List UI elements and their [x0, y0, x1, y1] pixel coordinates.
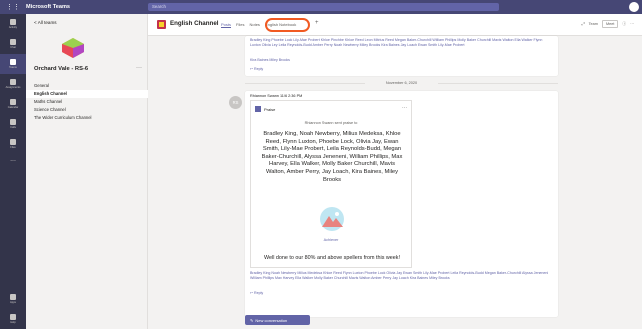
rail-item-apps[interactable]: Apps: [0, 289, 26, 309]
post-text: Kira Baines Miley Brooks: [250, 58, 290, 62]
tab-posts[interactable]: Posts: [221, 22, 232, 28]
praise-title: Praise: [264, 106, 276, 112]
channel-item-general[interactable]: General: [26, 82, 148, 90]
title-bar: ⋮⋮ Microsoft Teams Search: [0, 0, 642, 14]
expand-icon[interactable]: ⤢: [582, 22, 585, 26]
rail-item-assignments[interactable]: Assignments: [0, 74, 26, 94]
rail-label: Calendar: [7, 106, 19, 109]
post-text: Bradley King Noah Newberry Milius Medeks…: [250, 271, 549, 280]
rail-item-calendar[interactable]: Calendar: [0, 94, 26, 114]
avatar[interactable]: RS: [229, 96, 242, 109]
achiever-badge-icon: [320, 207, 344, 231]
date-separator: November 6, 2020: [245, 81, 558, 85]
app-title: Microsoft Teams: [26, 4, 71, 10]
tab-files[interactable]: Files: [236, 22, 244, 28]
backpack-icon: [10, 79, 16, 85]
conversation-feed: Bradley King Phoebe Lock Lily-Mae Prober…: [148, 36, 642, 329]
rail-label: Assignments: [5, 86, 21, 89]
channel-icon: [157, 20, 166, 29]
previous-post: Bradley King Phoebe Lock Lily-Mae Prober…: [245, 36, 558, 76]
chat-icon: [10, 39, 16, 45]
phone-icon: [10, 119, 16, 125]
all-teams-link[interactable]: < All teams: [34, 20, 57, 25]
file-icon: [10, 139, 16, 145]
team-panel: < All teams Orchard Vale - RS-6 ··· Gene…: [26, 14, 148, 329]
channel-item-maths[interactable]: Maths Channel: [26, 98, 148, 106]
tab-notes[interactable]: Notes: [249, 22, 259, 28]
channel-title: English Channel: [170, 20, 219, 27]
more-options-icon[interactable]: ···: [402, 105, 407, 111]
add-tab-button[interactable]: +: [315, 20, 319, 26]
post-text: Bradley King Phoebe Lock Lily-Mae Prober…: [250, 38, 543, 47]
channel-item-wider-curriculum[interactable]: The Wider Curriculum Channel: [26, 114, 148, 122]
new-conversation-label: New conversation: [255, 317, 288, 323]
rail-item-help[interactable]: Help: [0, 309, 26, 329]
rail-label: Apps: [10, 301, 16, 304]
channel-item-science[interactable]: Science Channel: [26, 106, 148, 114]
profile-avatar[interactable]: [629, 2, 639, 12]
praise-post: Rhiannon Swann 11/6 2:36 PM Praise ··· R…: [245, 91, 558, 317]
rail-label: Files: [10, 146, 16, 149]
channel-list: General English Channel Maths Channel Sc…: [26, 82, 148, 122]
rail-item-files[interactable]: Files: [0, 134, 26, 154]
rail-item-activity[interactable]: Activity: [0, 14, 26, 34]
compose-icon: ✎: [250, 317, 254, 323]
rail-item-chat[interactable]: Chat: [0, 34, 26, 54]
info-icon[interactable]: ⓘ: [622, 22, 626, 27]
more-options-icon[interactable]: ···: [630, 22, 634, 26]
channel-item-english[interactable]: English Channel: [26, 90, 148, 98]
channel-header: English Channel Posts Files Notes Englis…: [148, 14, 642, 36]
rail-item-calls[interactable]: Calls: [0, 114, 26, 134]
help-icon: [10, 314, 16, 320]
more-apps-icon[interactable]: ...: [0, 156, 26, 163]
praise-sender: Rhiannon Swann sent praise to: [304, 121, 358, 125]
praise-card: Praise ··· Rhiannon Swann sent praise to…: [250, 100, 412, 268]
bell-icon: [10, 19, 16, 25]
rail-item-teams[interactable]: Teams: [0, 54, 26, 74]
rail-label: Calls: [10, 126, 16, 129]
praise-icon: [255, 106, 261, 112]
rail-label: Chat: [10, 46, 16, 49]
calendar-icon: [10, 99, 16, 105]
apps-icon: [10, 294, 16, 300]
praise-message: Well done to our 80% and above spellers …: [264, 255, 400, 261]
app-launcher-icon[interactable]: ⋮⋮: [0, 3, 26, 11]
app-rail: Activity Chat Teams Assignments Calendar…: [0, 14, 26, 329]
reply-button[interactable]: ↩ Reply: [250, 291, 263, 295]
team-label: Team: [588, 22, 598, 26]
rail-label: Teams: [9, 66, 17, 69]
post-author: Rhiannon Swann 11/6 2:36 PM: [250, 94, 303, 98]
teams-icon: [10, 59, 16, 65]
praise-recipients: Bradley King, Noah Newberry, Milius Mede…: [261, 131, 403, 183]
team-logo: [62, 38, 84, 58]
badge-label: Achiever: [323, 238, 339, 242]
new-conversation-button[interactable]: ✎ New conversation: [245, 315, 310, 325]
rail-label: Activity: [8, 26, 18, 29]
reply-button[interactable]: ↩ Reply: [250, 67, 263, 71]
meet-button[interactable]: Meet: [601, 20, 619, 28]
rail-label: Help: [10, 321, 16, 324]
team-name: Orchard Vale - RS-6: [34, 66, 89, 72]
more-options-icon[interactable]: ···: [136, 65, 142, 71]
search-input[interactable]: Search: [148, 3, 499, 11]
highlight-annotation: [265, 18, 310, 32]
